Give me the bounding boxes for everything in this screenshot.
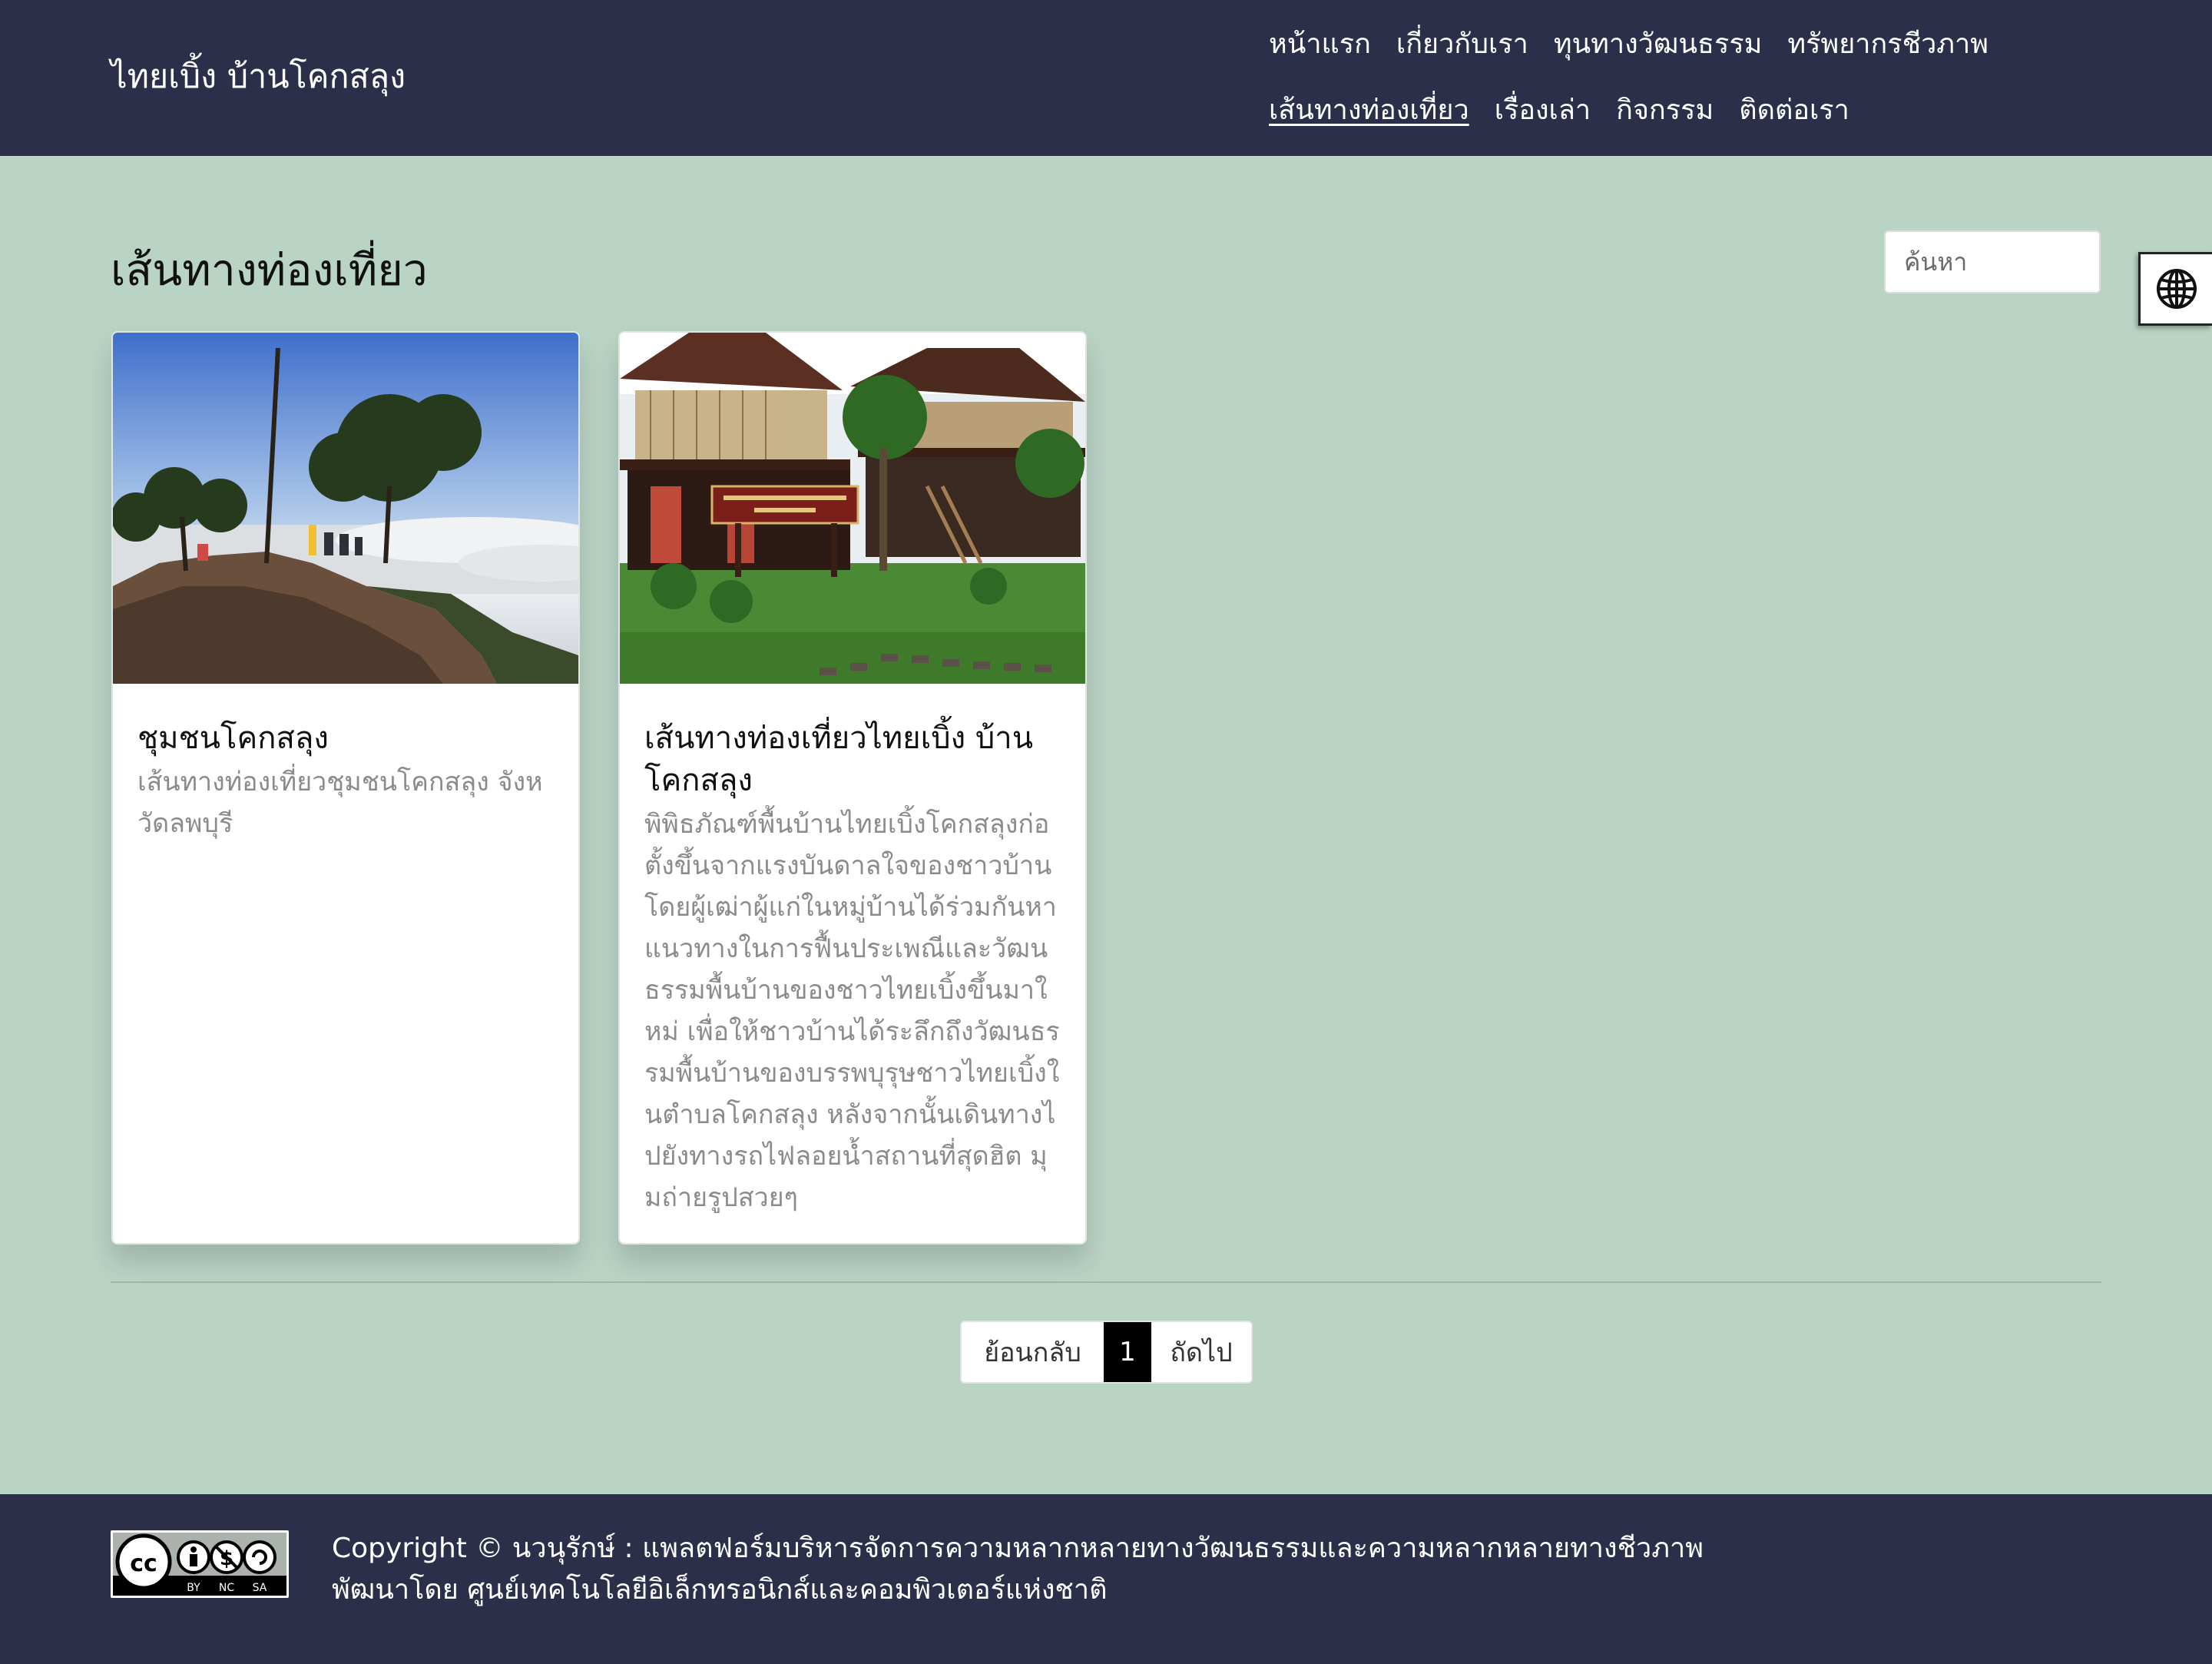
cc-by-nc-sa-icon: cc $ BY NC SA: [113, 1533, 286, 1596]
nav-item-home[interactable]: หน้าแรก: [1269, 23, 1371, 66]
nav-item-stories[interactable]: เรื่องเล่า: [1495, 89, 1591, 132]
site-footer: cc $ BY NC SA Copyright © นวนุรักษ์ : แพ…: [0, 1494, 2212, 1664]
pagination: ย้อนกลับ 1 ถัดไป: [960, 1321, 1253, 1384]
nav-item-bio-resources[interactable]: ทรัพยากรชีวภาพ: [1787, 23, 1988, 66]
route-card-list: ชุมชนโคกสลุง เส้นทางท่องเที่ยวชุมชนโคกสล…: [111, 331, 1087, 1245]
viewpoint-sea-of-mist-photo[interactable]: [113, 333, 578, 684]
card-body: ชุมชนโคกสลุง เส้นทางท่องเที่ยวชุมชนโคกสล…: [113, 684, 578, 844]
route-card[interactable]: เส้นทางท่องเที่ยวไทยเบิ้ง บ้านโคกสลุง พิ…: [618, 331, 1087, 1245]
nav-item-activities[interactable]: กิจกรรม: [1616, 89, 1714, 132]
license-badge[interactable]: cc $ BY NC SA: [111, 1530, 289, 1598]
svg-text:NC: NC: [219, 1582, 234, 1594]
main-nav: หน้าแรก เกี่ยวกับเรา ทุนทางวัฒนธรรม ทรัพ…: [1269, 23, 2052, 132]
svg-text:cc: cc: [130, 1550, 157, 1577]
site-brand[interactable]: ไทยเบิ้ง บ้านโคกสลุง: [111, 55, 406, 98]
pagination-prev-button[interactable]: ย้อนกลับ: [962, 1322, 1104, 1382]
route-card[interactable]: ชุมชนโคกสลุง เส้นทางท่องเที่ยวชุมชนโคกสล…: [111, 331, 580, 1245]
card-description: พิพิธภัณฑ์พื้นบ้านไทยเบิ้งโคกสลุงก่อตั้ง…: [644, 809, 1060, 1213]
folk-museum-house-photo[interactable]: [620, 333, 1085, 684]
site-header: ไทยเบิ้ง บ้านโคกสลุง หน้าแรก เกี่ยวกับเร…: [0, 0, 2212, 156]
nav-item-cultural-capital[interactable]: ทุนทางวัฒนธรรม: [1554, 23, 1763, 66]
card-body: เส้นทางท่องเที่ยวไทยเบิ้ง บ้านโคกสลุง พิ…: [620, 684, 1085, 1218]
globe-icon: [2156, 269, 2197, 309]
nav-item-about[interactable]: เกี่ยวกับเรา: [1396, 23, 1528, 66]
language-button[interactable]: [2138, 252, 2212, 326]
nav-item-tourism-routes[interactable]: เส้นทางท่องเที่ยว: [1269, 89, 1469, 132]
copyright-text: Copyright © นวนุรักษ์ : แพลตฟอร์มบริหารจ…: [332, 1533, 1704, 1564]
card-title[interactable]: เส้นทางท่องเที่ยวไทยเบิ้ง บ้านโคกสลุง: [644, 718, 1061, 802]
card-description: เส้นทางท่องเที่ยวชุมชนโคกสลุง จังหวัดลพบ…: [137, 767, 543, 839]
nav-item-contact[interactable]: ติดต่อเรา: [1739, 89, 1849, 132]
svg-text:SA: SA: [253, 1582, 267, 1594]
card-title[interactable]: ชุมชนโคกสลุง: [137, 718, 554, 760]
page-title: เส้นทางท่องเที่ยว: [111, 245, 428, 296]
search-input[interactable]: [1884, 230, 2101, 293]
developer-credit: พัฒนาโดย ศูนย์เทคโนโลยีอิเล็กทรอนิกส์และ…: [332, 1574, 1108, 1606]
content-divider: [111, 1281, 2101, 1283]
footer-text: Copyright © นวนุรักษ์ : แพลตฟอร์มบริหารจ…: [332, 1528, 2098, 1611]
pagination-next-button[interactable]: ถัดไป: [1151, 1322, 1251, 1382]
svg-text:BY: BY: [187, 1582, 200, 1594]
pagination-current-page[interactable]: 1: [1104, 1322, 1151, 1382]
